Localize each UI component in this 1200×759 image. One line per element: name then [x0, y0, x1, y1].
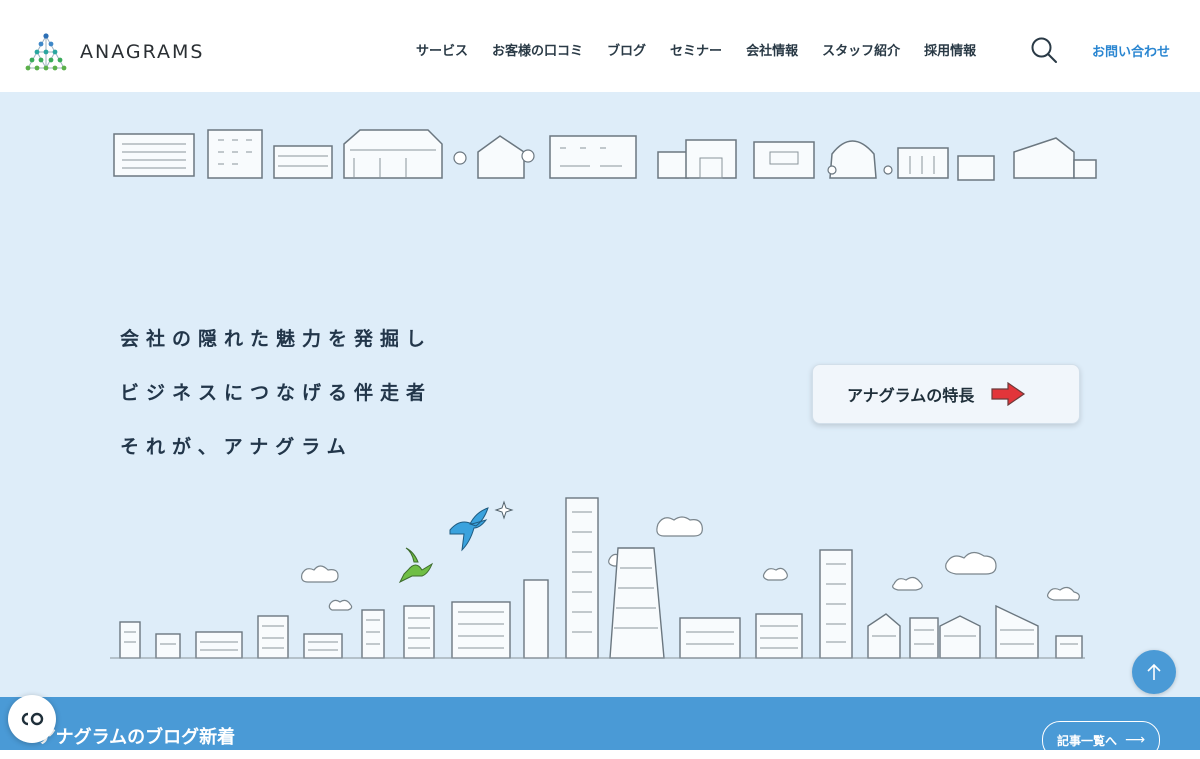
arrow-right-icon: ⟶: [1124, 732, 1146, 748]
search-button[interactable]: [1030, 36, 1058, 64]
anagrams-logo-icon: [25, 33, 67, 71]
features-button[interactable]: アナグラムの特長: [812, 364, 1080, 424]
hero-tagline: 会社の隠れた魅力を発掘し ビジネスにつなげる伴走者 それが、アナグラム: [120, 324, 432, 486]
buildings-illustration-top: [113, 129, 1097, 181]
red-arrow-icon: [991, 382, 1026, 406]
back-to-top-button[interactable]: [1132, 650, 1176, 694]
blue-bird: [449, 507, 489, 552]
blog-section-title: アナグラムのブログ新着: [38, 727, 236, 748]
blog-list-button[interactable]: 記事一覧へ ⟶: [1042, 721, 1160, 759]
logo-text: ANAGRAMS: [80, 41, 205, 63]
search-icon: [1031, 37, 1057, 63]
main-nav: サービス お客様の口コミ ブログ セミナー 会社情報 スタッフ紹介 採用情報: [416, 40, 1000, 59]
features-button-label: アナグラムの特長: [847, 386, 975, 405]
arrow-up-icon: [1147, 663, 1161, 680]
nav-blog[interactable]: ブログ: [607, 40, 646, 59]
nav-recruit[interactable]: 採用情報: [924, 40, 976, 59]
cookie-consent-icon: [21, 712, 44, 726]
nav-staff[interactable]: スタッフ紹介: [822, 40, 900, 59]
tagline-line-3: それが、アナグラム: [120, 436, 353, 458]
cookie-consent-button[interactable]: [8, 695, 56, 743]
contact-link[interactable]: お問い合わせ: [1092, 41, 1170, 60]
site-logo[interactable]: ANAGRAMS: [24, 32, 204, 72]
hero-section: 会社の隠れた魅力を発掘し ビジネスにつなげる伴走者 それが、アナグラム アナグラ…: [0, 92, 1200, 697]
tagline-line-1: 会社の隠れた魅力を発掘し: [120, 328, 433, 350]
nav-reviews[interactable]: お客様の口コミ: [492, 40, 583, 59]
nav-seminar[interactable]: セミナー: [670, 40, 722, 59]
site-header: ANAGRAMS サービス お客様の口コミ ブログ セミナー 会社情報 スタッフ…: [0, 0, 1200, 92]
city-illustration-bottom: [110, 497, 1085, 659]
nav-company[interactable]: 会社情報: [746, 40, 798, 59]
tagline-line-2: ビジネスにつなげる伴走者: [120, 382, 433, 404]
blog-list-label: 記事一覧へ: [1056, 733, 1117, 748]
blog-section: アナグラムのブログ新着 記事一覧へ ⟶: [0, 697, 1200, 759]
nav-service[interactable]: サービス: [416, 40, 468, 59]
green-bird: [398, 547, 434, 584]
